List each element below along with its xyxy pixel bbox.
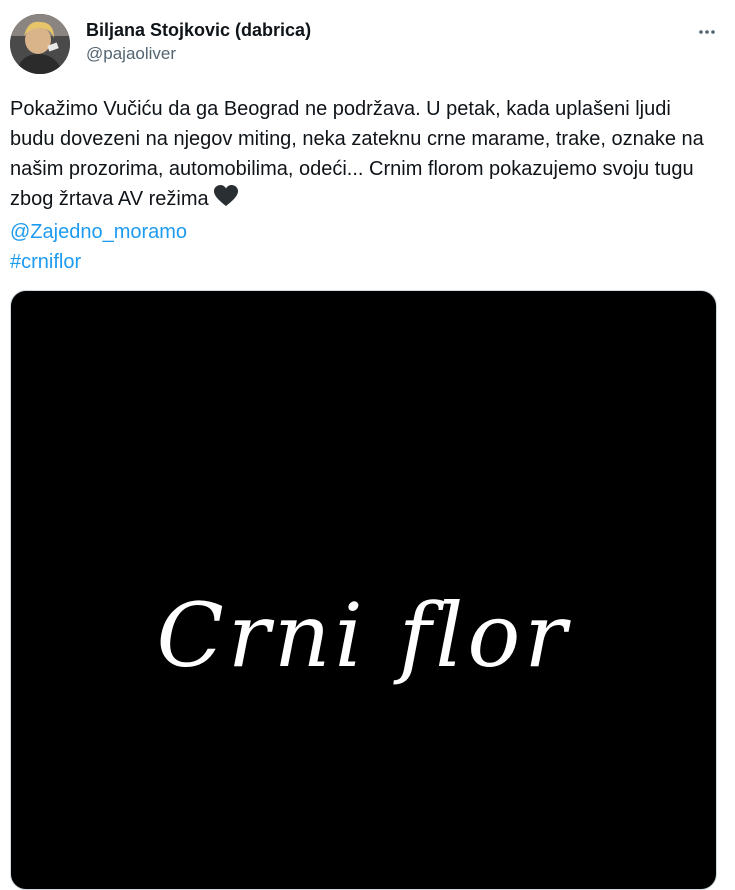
- more-options-button[interactable]: [695, 20, 719, 44]
- avatar-image: [10, 14, 70, 74]
- tweet-body-text: Pokažimo Vučiću da ga Beograd ne podržav…: [10, 98, 704, 210]
- author-display-name[interactable]: Biljana Stojkovic (dabrica): [86, 19, 311, 41]
- tweet-media-image[interactable]: Crni flor: [10, 290, 717, 890]
- author-names: Biljana Stojkovic (dabrica) @pajaoliver: [86, 19, 311, 65]
- tweet: Biljana Stojkovic (dabrica) @pajaoliver …: [0, 0, 735, 890]
- tweet-text: Pokažimo Vučiću da ga Beograd ne podržav…: [10, 94, 720, 277]
- mention-link[interactable]: @Zajedno_moramo: [10, 217, 720, 247]
- tweet-header: Biljana Stojkovic (dabrica) @pajaoliver: [10, 14, 725, 76]
- media-caption: Crni flor: [156, 584, 571, 687]
- more-horizontal-icon: [699, 30, 715, 34]
- tweet-body: Pokažimo Vučiću da ga Beograd ne podržav…: [10, 94, 720, 217]
- avatar[interactable]: [10, 14, 70, 74]
- author-handle[interactable]: @pajaoliver: [86, 43, 311, 65]
- hashtag-link[interactable]: #crniflor: [10, 247, 720, 277]
- black-heart-icon: [213, 184, 239, 217]
